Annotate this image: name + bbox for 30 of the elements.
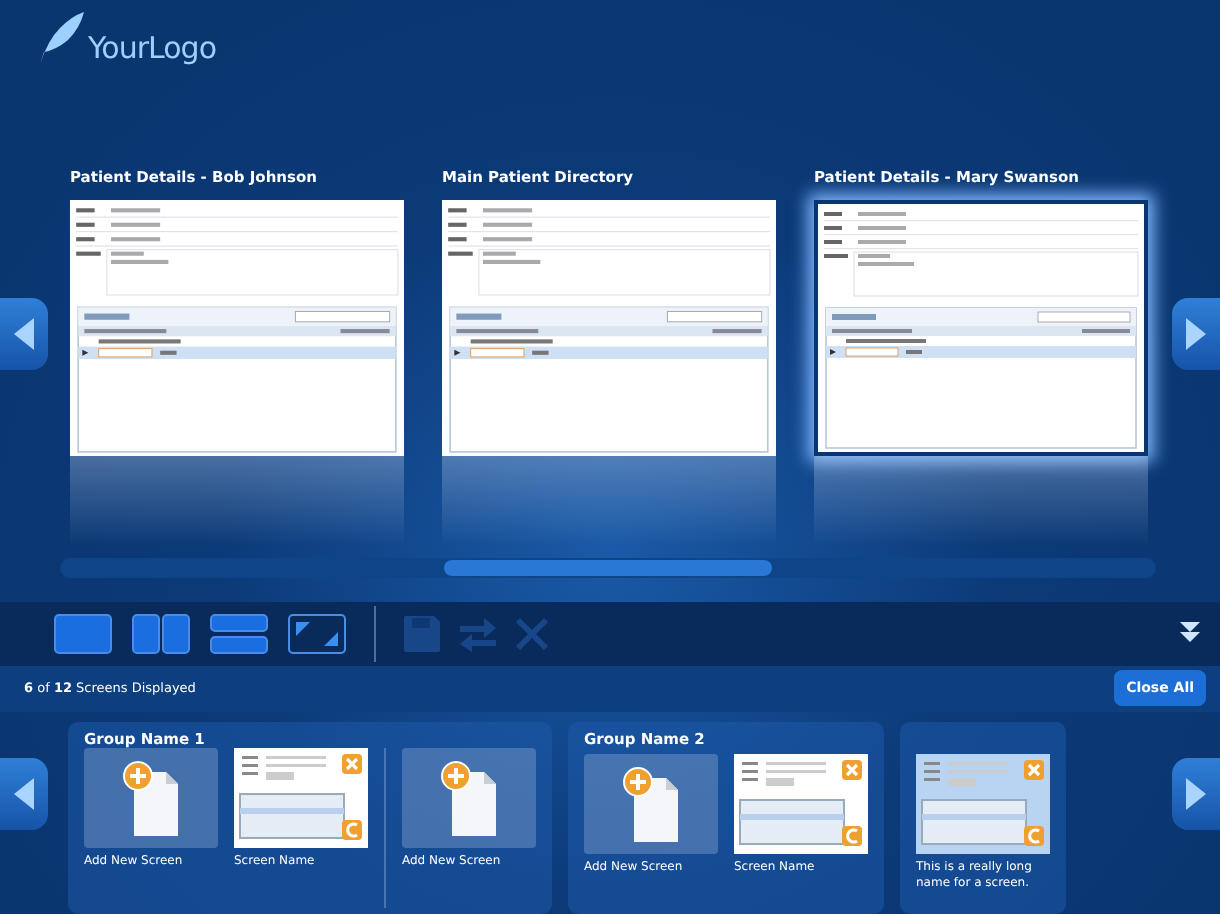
resize-icon bbox=[288, 613, 346, 654]
next-group-button[interactable] bbox=[1172, 757, 1220, 830]
add-document-icon bbox=[439, 759, 499, 836]
add-document-icon bbox=[621, 765, 681, 842]
add-screen-button[interactable] bbox=[84, 747, 218, 848]
screen-preview[interactable] bbox=[814, 199, 1148, 456]
save-icon bbox=[404, 615, 440, 652]
scrollbar[interactable] bbox=[60, 557, 1156, 578]
right-arrow-icon bbox=[1186, 777, 1206, 810]
single-tool-button[interactable] bbox=[54, 613, 112, 654]
previous-group-button[interactable] bbox=[0, 757, 48, 830]
left-arrow-icon bbox=[14, 777, 34, 810]
logo-text: YourLogo bbox=[88, 30, 216, 66]
collapse-down-icon[interactable] bbox=[1180, 622, 1200, 645]
right-arrow-icon bbox=[1186, 317, 1206, 350]
single-layout-icon bbox=[54, 613, 112, 654]
next-button[interactable] bbox=[1172, 297, 1220, 370]
swap-icon bbox=[460, 615, 496, 652]
resize-tool-button[interactable] bbox=[288, 613, 346, 654]
close-icon bbox=[516, 617, 548, 650]
left-arrow-icon bbox=[14, 317, 34, 350]
feather-logo-icon bbox=[36, 12, 84, 64]
columns-tool-button[interactable] bbox=[132, 613, 190, 654]
add-document-icon bbox=[121, 759, 181, 836]
add-screen-button[interactable] bbox=[402, 747, 536, 848]
two-column-layout-icon bbox=[132, 613, 190, 654]
previous-button[interactable] bbox=[0, 297, 48, 370]
two-row-layout-icon bbox=[210, 613, 268, 654]
rows-tool-button[interactable] bbox=[210, 613, 268, 654]
add-screen-button[interactable] bbox=[584, 753, 718, 854]
